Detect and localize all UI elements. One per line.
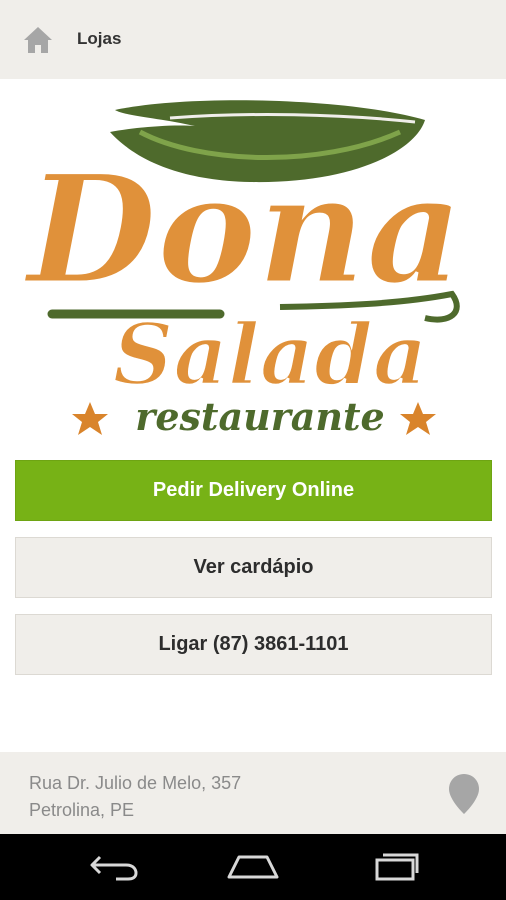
home-outline-icon bbox=[227, 855, 279, 879]
logo-text-salada: Salada bbox=[113, 305, 428, 404]
back-icon bbox=[90, 855, 138, 881]
order-delivery-button[interactable]: Pedir Delivery Online bbox=[15, 460, 492, 521]
back-button[interactable] bbox=[84, 848, 144, 884]
address-line-street: Rua Dr. Julio de Melo, 357 bbox=[29, 773, 242, 793]
address-line-city: Petrolina, PE bbox=[29, 800, 135, 820]
app-bar-title: Lojas bbox=[77, 29, 122, 48]
home-button[interactable] bbox=[20, 22, 56, 58]
home-icon bbox=[24, 27, 52, 53]
system-nav-bar bbox=[0, 834, 506, 900]
recent-apps-button[interactable] bbox=[366, 848, 426, 884]
system-home-button[interactable] bbox=[223, 848, 283, 884]
recent-apps-icon bbox=[375, 853, 419, 881]
view-menu-button[interactable]: Ver cardápio bbox=[15, 537, 492, 598]
star-right-icon bbox=[400, 402, 436, 435]
address-text: Rua Dr. Julio de Melo, 357 Petrolina, PE bbox=[29, 770, 241, 824]
address-footer[interactable]: Rua Dr. Julio de Melo, 357 Petrolina, PE bbox=[0, 752, 506, 834]
logo-text-restaurante: restaurante bbox=[135, 394, 384, 439]
call-button[interactable]: Ligar (87) 3861-1101 bbox=[15, 614, 492, 675]
star-left-icon bbox=[72, 402, 108, 435]
dona-salada-logo: Dona Salada restaurante bbox=[21, 100, 465, 439]
logo-text-dona: Dona bbox=[23, 142, 463, 318]
map-pin-icon[interactable] bbox=[446, 772, 482, 816]
app-bar: Lojas bbox=[0, 0, 506, 79]
